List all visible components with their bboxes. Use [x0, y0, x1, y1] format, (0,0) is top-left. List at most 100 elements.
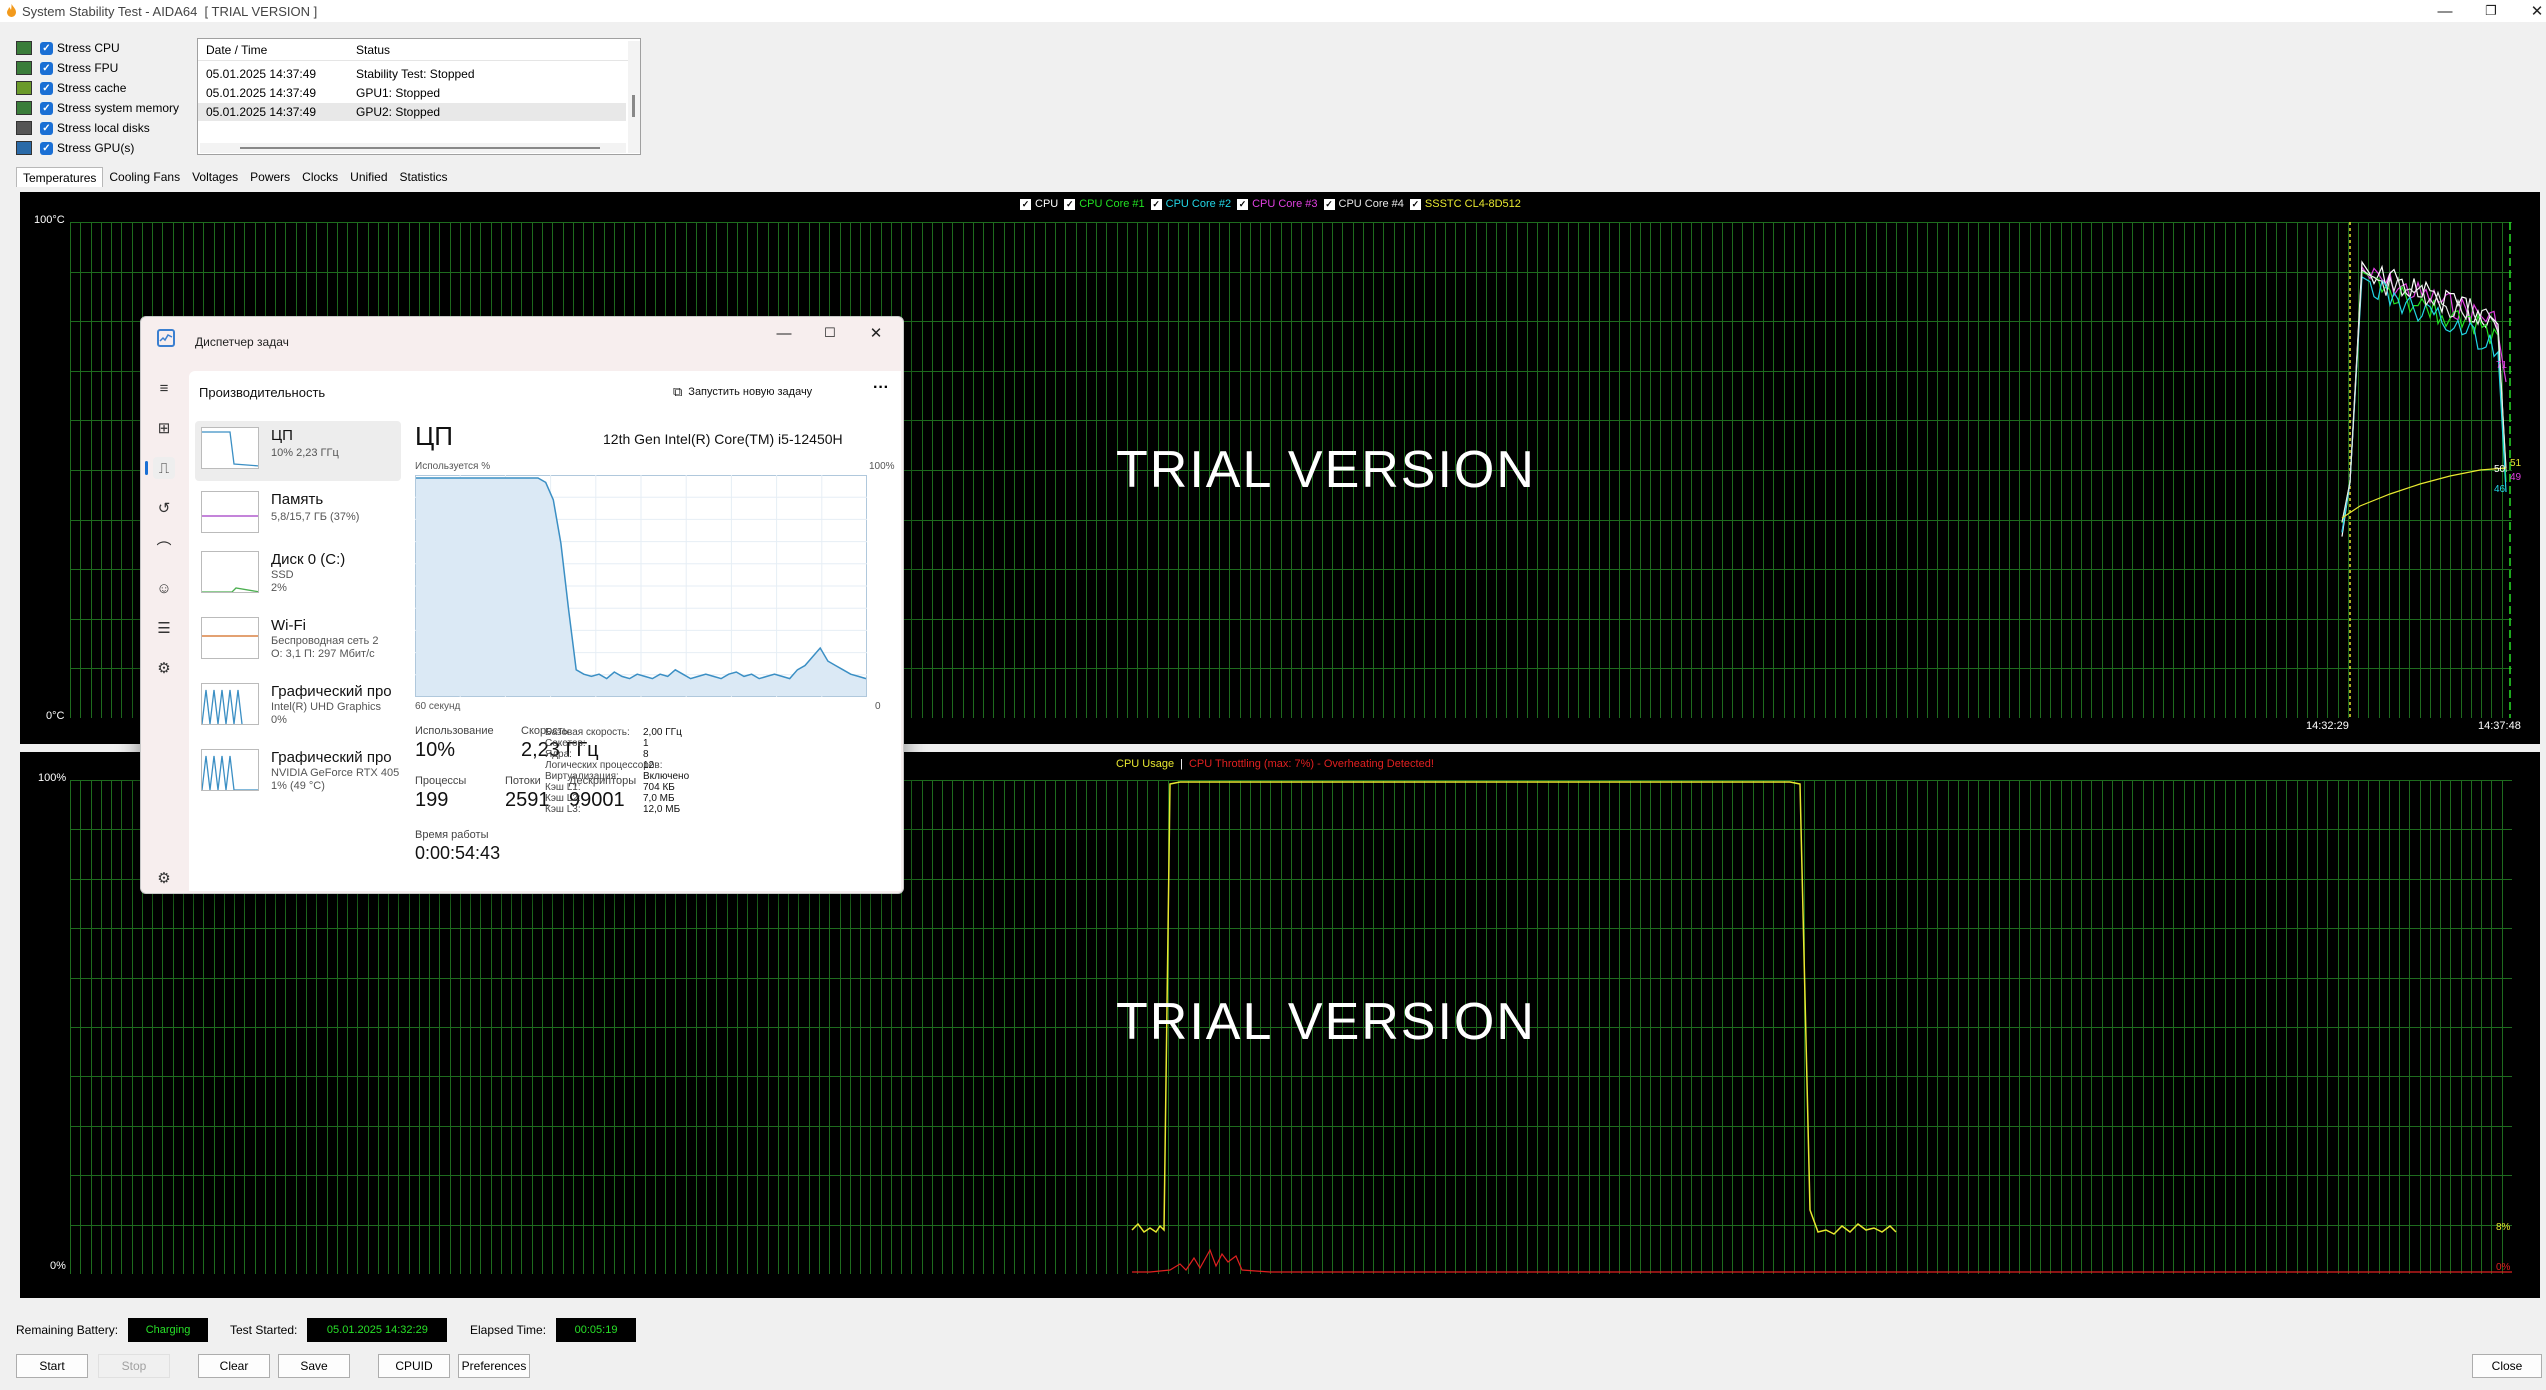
resource-item-memory[interactable]: Память 5,8/15,7 ГБ (37%)	[195, 485, 401, 545]
services-icon[interactable]: ⚙	[153, 657, 175, 679]
usage-y-max: 100%	[38, 772, 67, 784]
more-options-button[interactable]: ···	[873, 379, 889, 397]
usage-end-value: 8%	[2496, 1222, 2511, 1233]
stress-option[interactable]: ✓ Stress GPU(s)	[16, 138, 134, 158]
stress-checkbox[interactable]: ✓	[40, 81, 53, 95]
spec-label: Кэш L2:	[545, 793, 581, 804]
status-log[interactable]: Date / Time Status 05.01.2025 14:37:49 S…	[197, 38, 641, 155]
save-button[interactable]: Save	[278, 1354, 350, 1378]
performance-icon[interactable]: ⎍	[153, 457, 175, 479]
resource-item-gpu1[interactable]: Графический про NVIDIA GeForce RTX 405 1…	[195, 743, 401, 803]
temp-end-value: 51	[2510, 458, 2522, 469]
legend-label: CPU Core #2	[1165, 198, 1232, 210]
tab-unified[interactable]: Unified	[344, 167, 393, 187]
resource-item-disk[interactable]: Диск 0 (C:) SSD 2%	[195, 545, 401, 605]
resource-item-wifi[interactable]: Wi-Fi Беспроводная сеть 2 О: 3,1 П: 297 …	[195, 611, 401, 671]
spec-label: Кэш L1:	[545, 782, 581, 793]
graph-tabs: Temperatures Cooling Fans Voltages Power…	[16, 167, 454, 187]
gpu-icon	[16, 141, 32, 155]
trial-watermark: TRIAL VERSION	[1116, 993, 1536, 1051]
legend-label: SSSTC CL4-8D512	[1424, 198, 1521, 210]
tab-statistics[interactable]: Statistics	[394, 167, 454, 187]
tm-minimize-button[interactable]: —	[761, 321, 807, 345]
minimize-button[interactable]: —	[2422, 0, 2468, 22]
legend-checkbox-icon[interactable]: ✓	[1409, 198, 1421, 210]
tab-temperatures[interactable]: Temperatures	[16, 167, 104, 187]
legend-item-core1[interactable]: ✓ CPU Core #1	[1064, 198, 1145, 210]
log-vscrollbar[interactable]	[628, 41, 640, 153]
legend-item-core3[interactable]: ✓ CPU Core #3	[1237, 198, 1318, 210]
stop-button[interactable]: Stop	[98, 1354, 170, 1378]
resource-detail-2: О: 3,1 П: 297 Мбит/с	[271, 648, 375, 660]
clear-button[interactable]: Clear	[198, 1354, 270, 1378]
cpu-heading: ЦП	[415, 421, 453, 451]
cpuid-button[interactable]: CPUID	[378, 1354, 450, 1378]
spec-label: Кэш L3:	[545, 804, 581, 815]
settings-gear-icon[interactable]: ⚙	[153, 867, 175, 889]
resource-detail: 5,8/15,7 ГБ (37%)	[271, 511, 360, 523]
details-icon[interactable]: ☰	[153, 617, 175, 639]
processes-icon[interactable]: ⊞	[153, 417, 175, 439]
tab-powers[interactable]: Powers	[244, 167, 296, 187]
legend-item-core4[interactable]: ✓ CPU Core #4	[1323, 198, 1404, 210]
legend-item-core2[interactable]: ✓ CPU Core #2	[1150, 198, 1232, 210]
cpu-throttling-line	[1132, 1248, 2512, 1273]
disk-icon	[16, 121, 32, 135]
hamburger-menu-icon[interactable]: ≡	[153, 377, 175, 399]
app-history-icon[interactable]: ↺	[153, 497, 175, 519]
legend-item-cpu[interactable]: ✓ CPU	[1020, 198, 1058, 210]
legend-label: CPU Core #3	[1252, 198, 1318, 210]
resource-item-gpu0[interactable]: Графический про Intel(R) UHD Graphics 0%	[195, 677, 401, 737]
run-new-task-button[interactable]: ⧉ Запустить новую задачу	[673, 381, 812, 403]
tab-clocks[interactable]: Clocks	[296, 167, 344, 187]
title-bar: System Stability Test - AIDA64 [ TRIAL V…	[0, 0, 2546, 22]
temp-end-value: 50	[2494, 464, 2506, 475]
stress-checkbox[interactable]: ✓	[40, 41, 53, 55]
tm-close-button[interactable]: ✕	[853, 321, 899, 345]
maximize-button[interactable]: ❐	[2468, 0, 2514, 22]
resource-item-cpu[interactable]: ЦП 10% 2,23 ГГц	[195, 421, 401, 481]
log-hscrollbar[interactable]	[200, 143, 626, 153]
stress-option[interactable]: ✓ Stress FPU	[16, 58, 118, 78]
tab-cooling-fans[interactable]: Cooling Fans	[103, 167, 186, 187]
legend-checkbox-icon[interactable]: ✓	[1323, 198, 1335, 210]
stat-procs-value: 199	[415, 789, 449, 811]
stress-checkbox[interactable]: ✓	[40, 61, 53, 75]
usage-y-min: 0%	[50, 1260, 66, 1272]
window-title: System Stability Test - AIDA64 [ TRIAL V…	[22, 4, 318, 19]
resource-name: Wi-Fi	[271, 617, 306, 634]
log-vscroll-thumb[interactable]	[632, 95, 635, 117]
tab-voltages[interactable]: Voltages	[186, 167, 244, 187]
memory-icon	[16, 101, 32, 115]
nav-selection-indicator	[145, 461, 148, 475]
users-icon[interactable]: ☺	[153, 577, 175, 599]
legend-checkbox-icon[interactable]: ✓	[1237, 198, 1249, 210]
close-button[interactable]: Close	[2472, 1354, 2542, 1378]
tm-maximize-button[interactable]: ☐	[807, 321, 853, 345]
legend-checkbox-icon[interactable]: ✓	[1064, 198, 1076, 210]
log-header-status: Status	[356, 43, 391, 57]
stress-option[interactable]: ✓ Stress cache	[16, 78, 126, 98]
memory-sparkline	[202, 515, 258, 517]
stress-checkbox[interactable]: ✓	[40, 101, 53, 115]
log-row[interactable]: 05.01.2025 14:37:49 GPU1: Stopped	[198, 84, 626, 102]
resource-name: ЦП	[271, 427, 293, 444]
stress-checkbox[interactable]: ✓	[40, 141, 53, 155]
legend-checkbox-icon[interactable]: ✓	[1020, 198, 1031, 210]
log-row[interactable]: 05.01.2025 14:37:49 Stability Test: Stop…	[198, 65, 626, 83]
log-hscroll-thumb[interactable]	[240, 147, 600, 149]
stress-option[interactable]: ✓ Stress local disks	[16, 118, 150, 138]
stress-option[interactable]: ✓ Stress CPU	[16, 38, 120, 58]
stress-checkbox[interactable]: ✓	[40, 121, 53, 135]
log-row[interactable]: 05.01.2025 14:37:49 GPU2: Stopped	[198, 103, 626, 121]
log-status: GPU2: Stopped	[356, 105, 441, 119]
stress-option[interactable]: ✓ Stress system memory	[16, 98, 179, 118]
legend-checkbox-icon[interactable]: ✓	[1150, 198, 1162, 210]
resource-detail: SSD	[271, 569, 294, 581]
preferences-button[interactable]: Preferences	[458, 1354, 530, 1378]
task-manager-app-icon	[157, 329, 175, 347]
startup-apps-icon[interactable]: ⌒	[153, 537, 175, 559]
start-button[interactable]: Start	[16, 1354, 88, 1378]
close-window-button[interactable]: ✕	[2514, 0, 2546, 22]
legend-item-ssd[interactable]: ✓ SSSTC CL4-8D512	[1409, 198, 1521, 210]
